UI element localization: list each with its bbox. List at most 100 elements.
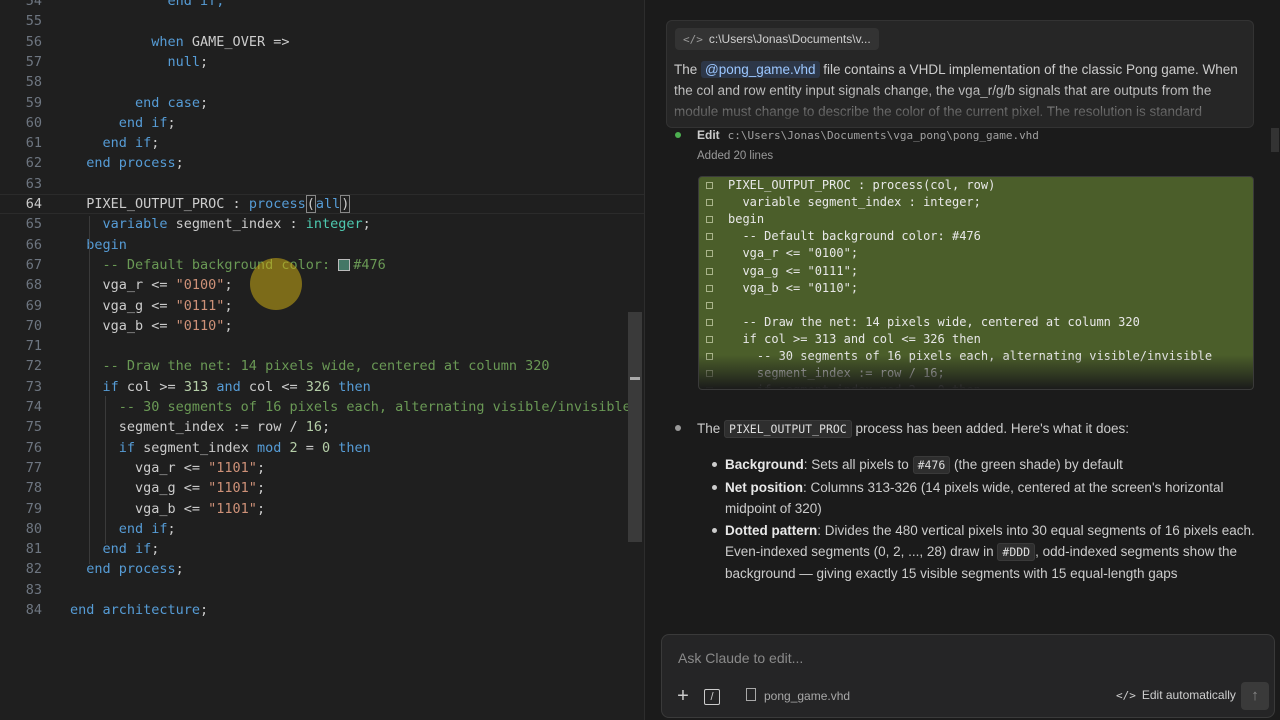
code-token: ; [151, 541, 160, 558]
code-token: 0 [322, 439, 331, 456]
edit-file-path: c:\Users\Jonas\Documents\vga_pong\pong_g… [727, 129, 1039, 142]
code-line[interactable]: 71 [0, 336, 644, 356]
code-line[interactable]: 66 begin [0, 235, 644, 255]
code-line[interactable]: 83 [0, 580, 644, 600]
response-intro: The PIXEL_OUTPUT_PROC process has been a… [697, 418, 1257, 440]
code-text: end if; [70, 0, 225, 11]
code-line[interactable]: 56 when GAME_OVER => [0, 32, 644, 52]
code-line[interactable]: 79 vga_b <= "1101"; [0, 499, 644, 519]
code-token: when [70, 33, 192, 50]
response-list-item: Net position: Columns 313-326 (14 pixels… [712, 477, 1257, 519]
code-line[interactable]: 54 end if; [0, 0, 644, 11]
line-number: 56 [25, 33, 42, 50]
code-token: process [248, 196, 306, 212]
code-line[interactable]: 60 end if; [0, 113, 644, 133]
code-line[interactable]: 76 if segment_index mod 2 = 0 then [0, 438, 644, 458]
code-token: ; [167, 520, 176, 537]
code-token: 326 [305, 378, 331, 395]
code-line[interactable]: 78 vga_g <= "1101"; [0, 478, 644, 498]
code-token: vga_r <= [70, 459, 209, 476]
code-token: vga_b <= [70, 500, 209, 517]
edit-mode-toggle[interactable]: </> Edit automatically [1116, 688, 1236, 702]
added-lines-count: Added 20 lines [697, 150, 774, 162]
code-line[interactable]: 61 end if; [0, 133, 644, 153]
added-line-marker [706, 250, 713, 258]
code-icon: </> [1116, 689, 1136, 702]
code-token: ; [256, 500, 266, 517]
added-line-marker [706, 284, 713, 292]
response-dot [675, 425, 681, 431]
code-token: end architecture [70, 602, 201, 618]
code-line[interactable]: 58 [0, 72, 644, 92]
code-token: ; [151, 135, 160, 152]
code-token: ; [321, 419, 331, 436]
code-token: ; [167, 114, 176, 131]
code-line[interactable]: 74 -- 30 segments of 16 pixels each, alt… [0, 397, 644, 417]
code-line[interactable]: 70 vga_b <= "0110"; [0, 316, 644, 336]
context-file-chip[interactable]: </> c:\Users\Jonas\Documents\v... [675, 28, 879, 50]
line-number: 76 [25, 439, 42, 456]
code-editor[interactable]: 54 end if; 55 56 when GAME_OVER => 57 null;… [0, 0, 644, 720]
code-line[interactable]: 59 end case; [0, 93, 644, 113]
line-number: 79 [25, 500, 42, 517]
mouse-cursor-highlight [250, 258, 302, 310]
diff-line: vga_r <= "0100"; [699, 245, 1253, 262]
chat-input[interactable] [676, 646, 1240, 670]
code-token: mod [256, 439, 290, 456]
add-context-button[interactable]: + [672, 686, 694, 708]
code-line[interactable]: 72 -- Draw the net: 14 pixels wide, cent… [0, 356, 644, 376]
bracket-match: (all) [305, 195, 351, 213]
code-line[interactable]: 57 null; [0, 52, 644, 72]
code-line[interactable]: 55 [0, 11, 644, 31]
code-line[interactable]: 73 if col >= 313 and col <= 326 then [0, 377, 644, 397]
code-token: begin [70, 236, 127, 253]
edit-header[interactable]: Edit c:\Users\Jonas\Documents\vga_pong\po… [697, 128, 1039, 142]
response-text-part: The [697, 421, 725, 436]
color-swatch[interactable] [338, 258, 351, 271]
response-list: Background: Sets all pixels to #476 (the… [712, 454, 1257, 585]
added-line-marker [706, 335, 713, 343]
code-line[interactable]: 80 end if; [0, 519, 644, 539]
list-item-text: (the green shade) by default [950, 457, 1123, 472]
code-line-current[interactable]: 64 PIXEL_OUTPUT_PROC : process(all) [0, 194, 644, 214]
line-number: 58 [25, 74, 42, 91]
code-line[interactable]: 67 -- Default background color: #476 [0, 255, 644, 275]
file-mention[interactable]: @pong_game.vhd [701, 61, 820, 78]
code-line[interactable]: 68 vga_r <= "0100"; [0, 275, 644, 295]
message-text-part: The [674, 62, 702, 77]
code-line[interactable]: 63 [0, 174, 644, 194]
code-line[interactable]: 75 segment_index := row / 16; [0, 417, 644, 437]
code-line[interactable]: 81 end if; [0, 539, 644, 559]
code-line[interactable]: 77 vga_r <= "1101"; [0, 458, 644, 478]
diff-line-text: vga_b <= "0110"; [728, 280, 859, 295]
line-number: 72 [25, 358, 42, 375]
diff-line-text: -- Draw the net: 14 pixels wide, centere… [728, 314, 1140, 329]
code-token: -- Draw the net: 14 pixels wide, centere… [70, 358, 550, 375]
code-token: col <= [248, 378, 306, 395]
code-token: ; [256, 459, 266, 476]
inline-code: #476 [912, 456, 951, 474]
send-button[interactable]: ↑ [1241, 682, 1269, 710]
code-token: null [70, 53, 201, 70]
code-text: variable segment_index : integer; [70, 214, 371, 234]
code-line[interactable]: 65 variable segment_index : integer; [0, 214, 644, 234]
code-icon: </> [683, 33, 703, 46]
code-line[interactable]: 62 end process; [0, 153, 644, 173]
response-list-item: Background: Sets all pixels to #476 (the… [712, 454, 1257, 476]
diff-preview[interactable]: PIXEL_OUTPUT_PROC : process(col, row) va… [698, 176, 1254, 390]
code-line[interactable]: 84 end architecture; [0, 600, 644, 620]
slash-command-button[interactable]: / [704, 689, 720, 705]
line-number: 84 [25, 602, 42, 618]
code-text: end case; [70, 93, 208, 113]
current-file-chip[interactable]: pong_game.vhd [746, 688, 850, 703]
code-line[interactable]: 69 vga_g <= "0111"; [0, 296, 644, 316]
diff-line: -- Draw the net: 14 pixels wide, centere… [699, 314, 1253, 331]
line-number: 54 [25, 0, 42, 9]
line-number: 68 [25, 277, 42, 294]
code-line[interactable]: 82 end process; [0, 559, 644, 579]
code-token: #476 [353, 256, 386, 273]
panel-scrollbar[interactable] [1271, 128, 1279, 152]
line-number: 82 [25, 561, 42, 578]
editor-scrollbar[interactable] [628, 312, 642, 542]
code-token: PIXEL_OUTPUT_PROC : [70, 196, 249, 212]
